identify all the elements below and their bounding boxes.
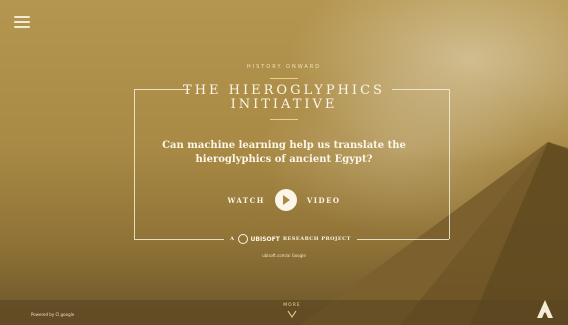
- video-label: VIDEO: [306, 195, 341, 205]
- divider: [270, 119, 298, 120]
- partners-line[interactable]: ubisoft.com/ai Google: [0, 253, 568, 258]
- frame-line: [357, 239, 449, 240]
- watch-label: WATCH: [227, 195, 265, 205]
- project-prefix: A: [230, 236, 235, 242]
- eyebrow-label: HISTORY ONWARD: [246, 64, 322, 70]
- play-icon: [283, 195, 291, 205]
- divider: [270, 78, 298, 79]
- more-label: MORE: [283, 303, 301, 308]
- question-text: Can machine learning help us translate t…: [162, 140, 406, 165]
- frame-line: [134, 239, 224, 240]
- more-button[interactable]: MORE: [278, 303, 306, 318]
- headline-question: Can machine learning help us translate t…: [0, 139, 568, 167]
- hamburger-menu-icon[interactable]: [14, 16, 30, 28]
- play-button[interactable]: [274, 189, 297, 211]
- page-title-line1: THE HIEROGLYPHICS: [183, 83, 385, 98]
- project-credit: A UBISOFT RESEARCH PROJECT: [224, 233, 357, 245]
- project-brand: UBISOFT: [250, 235, 280, 243]
- project-suffix: RESEARCH PROJECT: [282, 236, 351, 242]
- page-title-line2: INITIATIVE: [230, 97, 338, 112]
- watch-video-cta[interactable]: WATCH VIDEO: [0, 188, 568, 212]
- powered-by-label[interactable]: Powered by Cl.google: [31, 312, 74, 317]
- ubisoft-logo-icon: [237, 234, 248, 244]
- assassins-creed-logo-icon[interactable]: [537, 300, 553, 318]
- chevron-down-icon: [287, 310, 297, 318]
